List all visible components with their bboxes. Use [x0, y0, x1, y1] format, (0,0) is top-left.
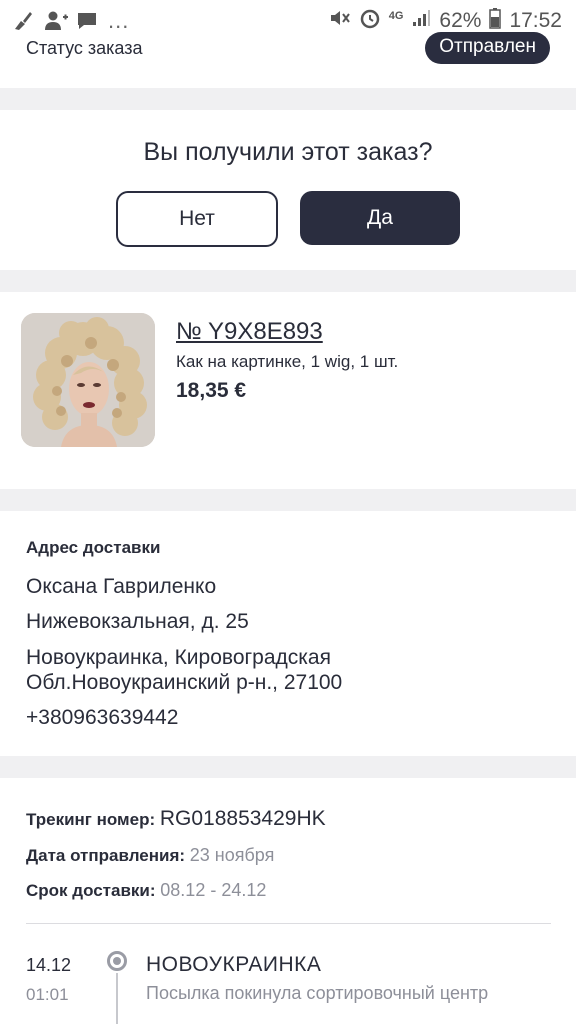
- mute-icon: [329, 8, 351, 34]
- delivery-period-label: Срок доставки:: [26, 881, 156, 900]
- recipient-name: Оксана Гавриленко: [26, 575, 217, 598]
- tracking-number-row: Трекинг номер: RG018853429HK: [26, 807, 326, 831]
- delivery-period-value: 08.12 - 24.12: [160, 880, 267, 900]
- delivery-period-row: Срок доставки: 08.12 - 24.12: [26, 880, 266, 901]
- ship-date-label: Дата отправления:: [26, 846, 186, 865]
- status-bar-notifications: ...: [12, 8, 129, 34]
- order-status-badge: Отправлен: [425, 32, 550, 64]
- address-street: Нижевокзальная, д. 25: [26, 610, 249, 633]
- address-title: Адрес доставки: [26, 538, 161, 557]
- battery-icon: [489, 7, 502, 35]
- more-notifications-indicator: ...: [108, 8, 130, 33]
- order-status-label: Статус заказа: [26, 38, 143, 58]
- timeline-dot-icon: [107, 951, 127, 971]
- order-number-link[interactable]: № Y9X8E893: [176, 318, 323, 346]
- ship-date-value: 23 ноября: [189, 845, 275, 865]
- timeline-date: 14.12: [26, 955, 72, 975]
- product-price: 18,35 €: [176, 379, 247, 402]
- timeline-city: НОВОУКРАИНКА: [146, 953, 322, 976]
- broom-icon: [12, 10, 34, 32]
- alarm-icon: [359, 7, 381, 35]
- add-user-icon: [44, 10, 68, 32]
- wig-photo: [21, 313, 155, 447]
- product-image[interactable]: [21, 313, 155, 447]
- section-divider: [0, 88, 576, 110]
- section-divider: [0, 270, 576, 292]
- timeline-line: [116, 973, 118, 1024]
- yes-button[interactable]: Да: [300, 191, 460, 245]
- timeline-message: Посылка покинула сортировочный центр: [146, 983, 489, 1003]
- address-city-line2: Обл.Новоукраинский р-н., 27100: [26, 671, 343, 694]
- network-type: 4G: [388, 10, 404, 22]
- tracking-number-label: Трекинг номер:: [26, 810, 156, 829]
- tracking-divider: [26, 923, 551, 924]
- timeline-time: 01:01: [26, 985, 69, 1004]
- signal-icon: [411, 8, 431, 34]
- received-question: Вы получили этот заказ?: [143, 138, 433, 166]
- section-divider: [0, 756, 576, 778]
- no-button[interactable]: Нет: [116, 191, 278, 247]
- recipient-phone: +380963639442: [26, 706, 179, 729]
- status-bar-system: 4G 62% 17:52: [329, 7, 562, 35]
- tracking-number-value[interactable]: RG018853429HK: [160, 807, 326, 830]
- chat-icon: [76, 10, 98, 32]
- section-divider: [0, 489, 576, 511]
- product-description: Как на картинке, 1 wig, 1 шт.: [176, 352, 399, 371]
- ship-date-row: Дата отправления: 23 ноября: [26, 845, 274, 866]
- battery-percent: 62%: [439, 9, 482, 32]
- address-city-line1: Новоукраинка, Кировоградская: [26, 646, 331, 669]
- clock: 17:52: [509, 9, 562, 32]
